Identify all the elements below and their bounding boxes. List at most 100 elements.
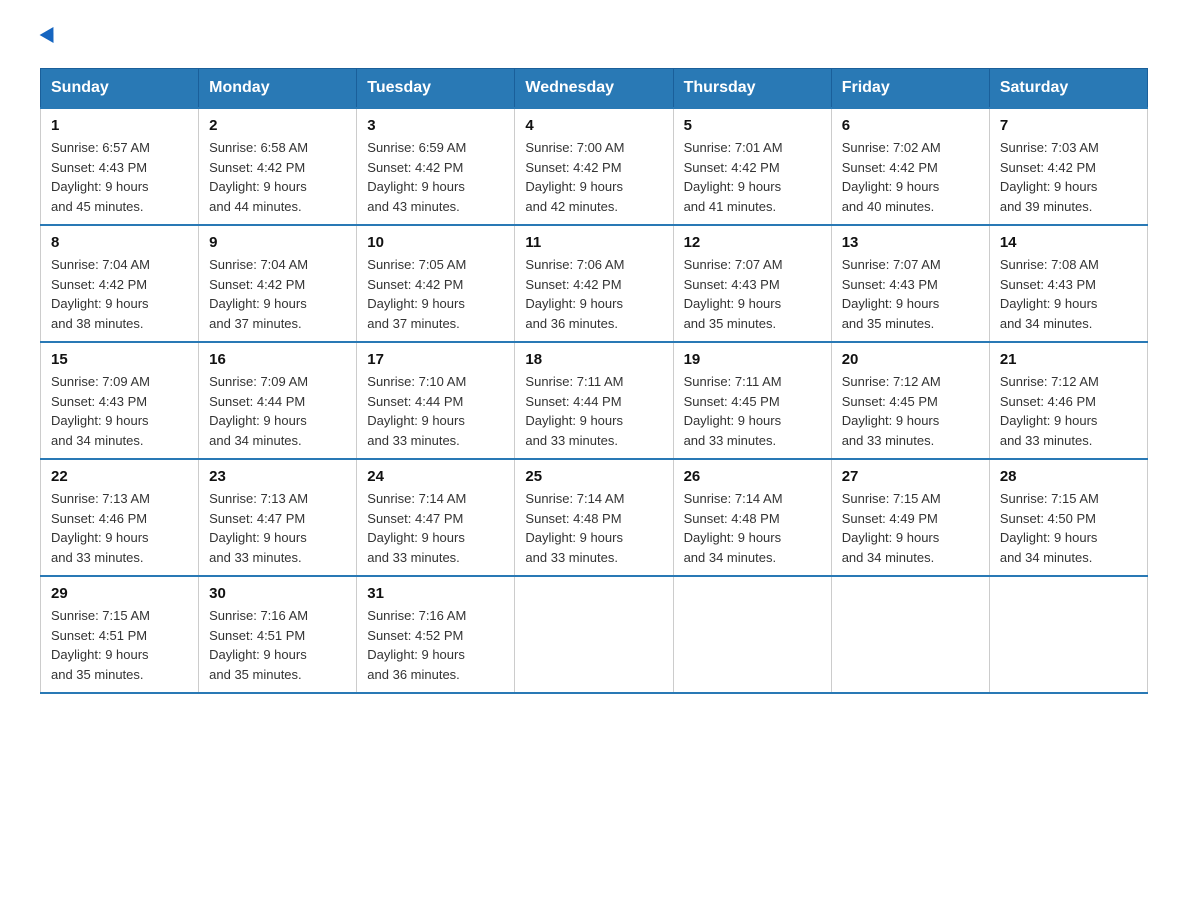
calendar-cell: 26 Sunrise: 7:14 AM Sunset: 4:48 PM Dayl… <box>673 459 831 576</box>
day-info: Sunrise: 7:15 AM Sunset: 4:49 PM Dayligh… <box>842 489 979 567</box>
daylight-label: Daylight: 9 hours <box>367 530 465 545</box>
sunset-label: Sunset: 4:42 PM <box>684 160 780 175</box>
daylight-minutes: and 36 minutes. <box>525 316 618 331</box>
day-info: Sunrise: 6:57 AM Sunset: 4:43 PM Dayligh… <box>51 138 188 216</box>
sunset-label: Sunset: 4:42 PM <box>525 277 621 292</box>
calendar-cell: 21 Sunrise: 7:12 AM Sunset: 4:46 PM Dayl… <box>989 342 1147 459</box>
sunrise-label: Sunrise: 7:09 AM <box>209 374 308 389</box>
sunrise-label: Sunrise: 7:15 AM <box>1000 491 1099 506</box>
daylight-minutes: and 39 minutes. <box>1000 199 1093 214</box>
day-number: 30 <box>209 585 346 602</box>
day-info: Sunrise: 6:59 AM Sunset: 4:42 PM Dayligh… <box>367 138 504 216</box>
daylight-label: Daylight: 9 hours <box>209 179 307 194</box>
day-number: 27 <box>842 468 979 485</box>
day-number: 9 <box>209 234 346 251</box>
sunrise-label: Sunrise: 7:04 AM <box>209 257 308 272</box>
day-number: 4 <box>525 117 662 134</box>
sunset-label: Sunset: 4:51 PM <box>51 628 147 643</box>
day-info: Sunrise: 7:12 AM Sunset: 4:46 PM Dayligh… <box>1000 372 1137 450</box>
calendar-cell: 16 Sunrise: 7:09 AM Sunset: 4:44 PM Dayl… <box>199 342 357 459</box>
calendar-cell: 24 Sunrise: 7:14 AM Sunset: 4:47 PM Dayl… <box>357 459 515 576</box>
calendar-cell: 6 Sunrise: 7:02 AM Sunset: 4:42 PM Dayli… <box>831 108 989 225</box>
sunrise-label: Sunrise: 7:14 AM <box>684 491 783 506</box>
daylight-minutes: and 34 minutes. <box>51 433 144 448</box>
day-info: Sunrise: 7:06 AM Sunset: 4:42 PM Dayligh… <box>525 255 662 333</box>
sunset-label: Sunset: 4:42 PM <box>842 160 938 175</box>
page-header <box>40 30 1148 44</box>
day-info: Sunrise: 7:15 AM Sunset: 4:51 PM Dayligh… <box>51 606 188 684</box>
sunrise-label: Sunrise: 7:16 AM <box>367 608 466 623</box>
day-info: Sunrise: 7:09 AM Sunset: 4:44 PM Dayligh… <box>209 372 346 450</box>
day-number: 17 <box>367 351 504 368</box>
day-number: 28 <box>1000 468 1137 485</box>
sunrise-label: Sunrise: 7:13 AM <box>209 491 308 506</box>
weekday-header-row: SundayMondayTuesdayWednesdayThursdayFrid… <box>41 69 1148 109</box>
daylight-label: Daylight: 9 hours <box>1000 296 1098 311</box>
day-info: Sunrise: 7:07 AM Sunset: 4:43 PM Dayligh… <box>842 255 979 333</box>
calendar-cell: 31 Sunrise: 7:16 AM Sunset: 4:52 PM Dayl… <box>357 576 515 693</box>
sunset-label: Sunset: 4:43 PM <box>1000 277 1096 292</box>
calendar-cell: 18 Sunrise: 7:11 AM Sunset: 4:44 PM Dayl… <box>515 342 673 459</box>
sunrise-label: Sunrise: 7:07 AM <box>684 257 783 272</box>
daylight-minutes: and 33 minutes. <box>51 550 144 565</box>
day-number: 18 <box>525 351 662 368</box>
daylight-label: Daylight: 9 hours <box>1000 530 1098 545</box>
sunrise-label: Sunrise: 7:02 AM <box>842 140 941 155</box>
daylight-label: Daylight: 9 hours <box>51 413 149 428</box>
day-info: Sunrise: 7:11 AM Sunset: 4:45 PM Dayligh… <box>684 372 821 450</box>
daylight-label: Daylight: 9 hours <box>525 296 623 311</box>
daylight-label: Daylight: 9 hours <box>367 647 465 662</box>
daylight-minutes: and 34 minutes. <box>842 550 935 565</box>
calendar-cell <box>831 576 989 693</box>
day-info: Sunrise: 7:03 AM Sunset: 4:42 PM Dayligh… <box>1000 138 1137 216</box>
day-info: Sunrise: 7:04 AM Sunset: 4:42 PM Dayligh… <box>209 255 346 333</box>
day-info: Sunrise: 7:16 AM Sunset: 4:52 PM Dayligh… <box>367 606 504 684</box>
calendar-cell: 25 Sunrise: 7:14 AM Sunset: 4:48 PM Dayl… <box>515 459 673 576</box>
day-number: 1 <box>51 117 188 134</box>
daylight-label: Daylight: 9 hours <box>209 530 307 545</box>
daylight-label: Daylight: 9 hours <box>367 179 465 194</box>
sunset-label: Sunset: 4:46 PM <box>51 511 147 526</box>
calendar-cell: 1 Sunrise: 6:57 AM Sunset: 4:43 PM Dayli… <box>41 108 199 225</box>
day-number: 25 <box>525 468 662 485</box>
calendar-cell: 5 Sunrise: 7:01 AM Sunset: 4:42 PM Dayli… <box>673 108 831 225</box>
sunset-label: Sunset: 4:48 PM <box>525 511 621 526</box>
calendar-table: SundayMondayTuesdayWednesdayThursdayFrid… <box>40 68 1148 694</box>
daylight-minutes: and 33 minutes. <box>525 550 618 565</box>
weekday-header-friday: Friday <box>831 69 989 109</box>
weekday-header-tuesday: Tuesday <box>357 69 515 109</box>
sunrise-label: Sunrise: 6:57 AM <box>51 140 150 155</box>
calendar-cell: 30 Sunrise: 7:16 AM Sunset: 4:51 PM Dayl… <box>199 576 357 693</box>
daylight-label: Daylight: 9 hours <box>51 179 149 194</box>
calendar-cell: 4 Sunrise: 7:00 AM Sunset: 4:42 PM Dayli… <box>515 108 673 225</box>
daylight-minutes: and 38 minutes. <box>51 316 144 331</box>
sunrise-label: Sunrise: 7:11 AM <box>525 374 623 389</box>
daylight-label: Daylight: 9 hours <box>684 413 782 428</box>
weekday-header-thursday: Thursday <box>673 69 831 109</box>
sunset-label: Sunset: 4:44 PM <box>525 394 621 409</box>
sunrise-label: Sunrise: 6:58 AM <box>209 140 308 155</box>
day-number: 13 <box>842 234 979 251</box>
daylight-minutes: and 33 minutes. <box>842 433 935 448</box>
day-number: 21 <box>1000 351 1137 368</box>
daylight-minutes: and 33 minutes. <box>1000 433 1093 448</box>
sunset-label: Sunset: 4:51 PM <box>209 628 305 643</box>
day-number: 6 <box>842 117 979 134</box>
sunrise-label: Sunrise: 7:09 AM <box>51 374 150 389</box>
day-info: Sunrise: 7:15 AM Sunset: 4:50 PM Dayligh… <box>1000 489 1137 567</box>
logo-triangle-icon <box>40 27 61 47</box>
day-info: Sunrise: 7:02 AM Sunset: 4:42 PM Dayligh… <box>842 138 979 216</box>
daylight-minutes: and 44 minutes. <box>209 199 302 214</box>
sunrise-label: Sunrise: 7:13 AM <box>51 491 150 506</box>
daylight-label: Daylight: 9 hours <box>51 530 149 545</box>
day-number: 7 <box>1000 117 1137 134</box>
daylight-minutes: and 35 minutes. <box>51 667 144 682</box>
daylight-minutes: and 33 minutes. <box>367 433 460 448</box>
calendar-cell: 17 Sunrise: 7:10 AM Sunset: 4:44 PM Dayl… <box>357 342 515 459</box>
day-info: Sunrise: 7:05 AM Sunset: 4:42 PM Dayligh… <box>367 255 504 333</box>
sunrise-label: Sunrise: 6:59 AM <box>367 140 466 155</box>
day-number: 29 <box>51 585 188 602</box>
calendar-cell: 20 Sunrise: 7:12 AM Sunset: 4:45 PM Dayl… <box>831 342 989 459</box>
daylight-label: Daylight: 9 hours <box>209 647 307 662</box>
daylight-label: Daylight: 9 hours <box>209 413 307 428</box>
